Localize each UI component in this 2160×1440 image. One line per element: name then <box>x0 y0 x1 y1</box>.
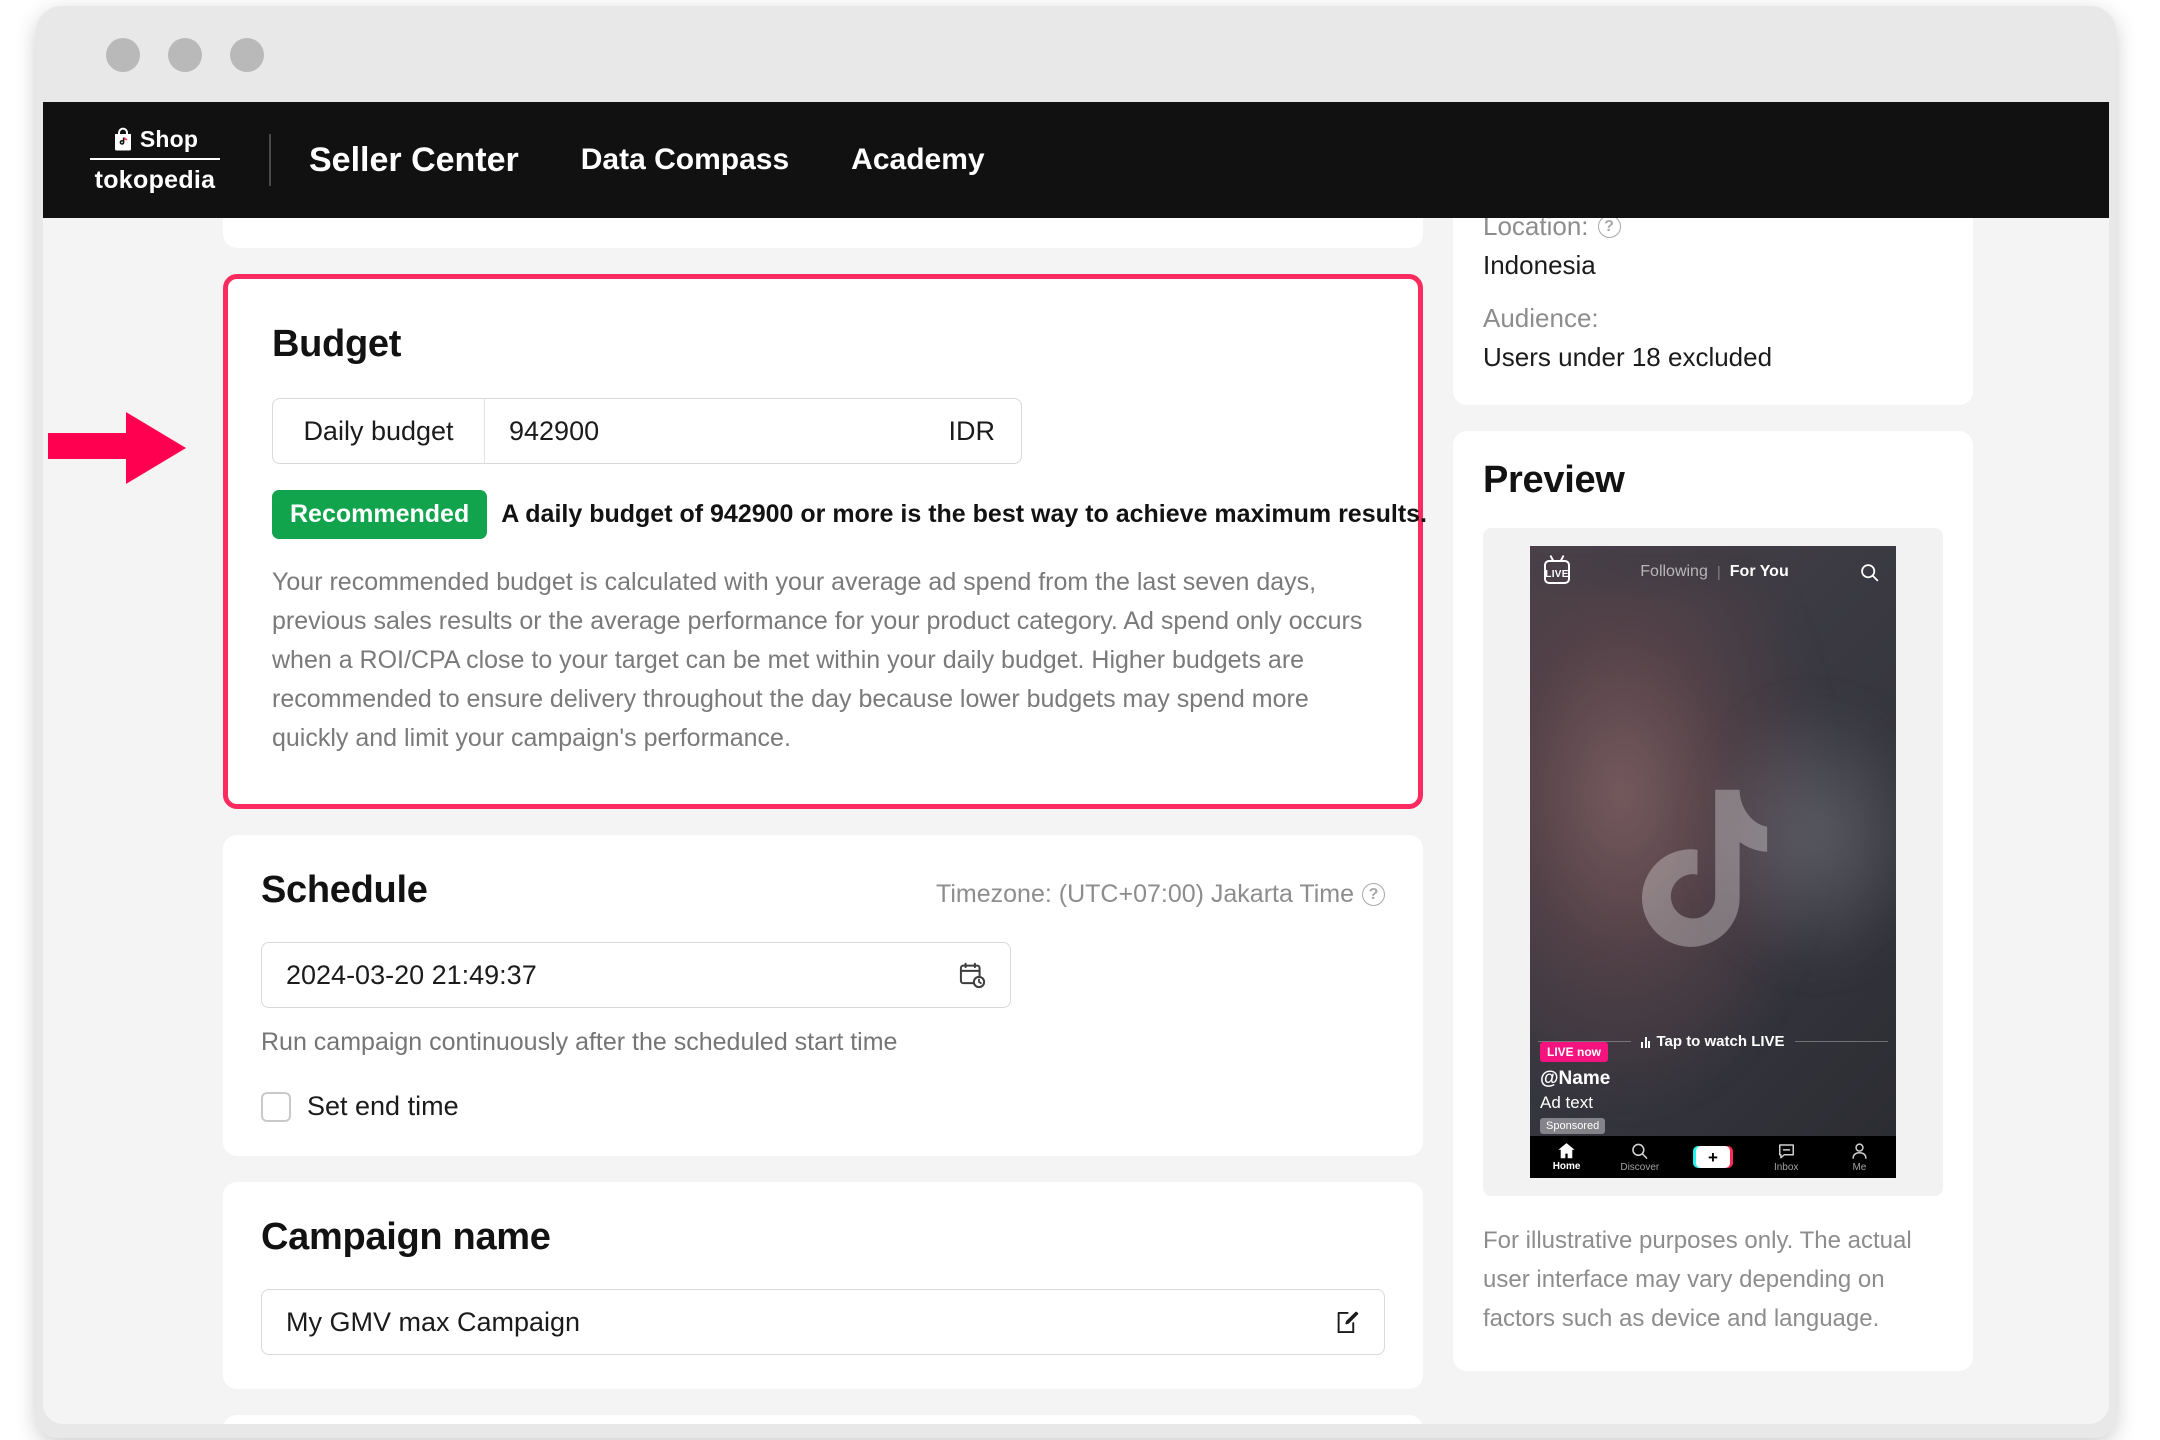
schedule-start-input[interactable] <box>286 960 906 991</box>
budget-currency-label: IDR <box>949 416 996 447</box>
phone-feed-tabs: Following | For You <box>1640 563 1788 581</box>
set-end-time-checkbox[interactable] <box>261 1092 291 1122</box>
set-end-time-label: Set end time <box>307 1091 459 1122</box>
calendar-clock-icon[interactable] <box>958 961 986 989</box>
tab-following[interactable]: Following <box>1640 563 1708 581</box>
logo-shop-row: Shop <box>112 126 198 158</box>
schedule-header: Schedule Timezone: (UTC+07:00) Jakarta T… <box>261 869 1385 912</box>
plus-button-wrap: + <box>1696 1146 1730 1168</box>
window-maximize-dot[interactable] <box>168 38 202 72</box>
budget-type-selector[interactable]: Daily budget <box>273 399 485 463</box>
annotation-arrow-icon <box>48 408 188 488</box>
phone-preview-frame: LIVE Following | For You <box>1483 528 1943 1196</box>
budget-section: Budget Daily budget IDR Recommended A da… <box>223 274 1423 809</box>
schedule-section: Schedule Timezone: (UTC+07:00) Jakarta T… <box>223 835 1423 1156</box>
edit-pencil-icon[interactable] <box>1333 1309 1360 1336</box>
nav-item-academy[interactable]: Academy <box>851 143 984 177</box>
preview-disclaimer: For illustrative purposes only. The actu… <box>1483 1222 1943 1339</box>
phone-nav-discover-label: Discover <box>1620 1162 1659 1173</box>
phone-nav-inbox-label: Inbox <box>1774 1162 1798 1173</box>
two-column-layout: sales for your selected LIVE source. Bud… <box>43 158 2109 1424</box>
campaign-name-title: Campaign name <box>261 1216 1385 1259</box>
tab-separator: | <box>1717 564 1721 581</box>
phone-top-bar: LIVE Following | For You <box>1530 546 1896 584</box>
phone-ad-meta: LIVE now @Name Ad text Sponsored <box>1540 1042 1610 1134</box>
nav-vertical-divider <box>269 134 271 186</box>
page-content: sales for your selected LIVE source. Bud… <box>43 102 2109 1424</box>
person-icon <box>1850 1142 1869 1160</box>
live-now-badge: LIVE now <box>1540 1042 1608 1062</box>
tap-live-rule-right <box>1795 1041 1888 1042</box>
logo-brand-text: tokopedia <box>95 160 216 195</box>
nav-item-data-compass[interactable]: Data Compass <box>581 143 789 177</box>
recommended-message: A daily budget of 942900 or more is the … <box>501 500 1427 529</box>
phone-nav-discover[interactable]: Discover <box>1603 1142 1676 1173</box>
schedule-hint: Run campaign continuously after the sche… <box>261 1028 1385 1057</box>
phone-nav-me-label: Me <box>1852 1162 1866 1173</box>
window-controls <box>106 38 264 72</box>
main-column: sales for your selected LIVE source. Bud… <box>223 158 1423 1424</box>
campaign-name-field[interactable] <box>261 1289 1385 1355</box>
timezone-text: Timezone: (UTC+07:00) Jakarta Time <box>936 880 1354 909</box>
phone-nav-me[interactable]: Me <box>1823 1142 1896 1173</box>
side-column: Automatic placements Location: ? Indones… <box>1453 158 1973 1424</box>
budget-amount-wrap: IDR <box>485 399 1021 463</box>
form-actions-bar: Cancel Publish <box>223 1415 1423 1424</box>
set-end-time-row[interactable]: Set end time <box>261 1091 1385 1122</box>
preview-title: Preview <box>1483 459 1943 502</box>
creator-handle: @Name <box>1540 1068 1610 1090</box>
search-icon[interactable] <box>1859 562 1880 583</box>
ad-text: Ad text <box>1540 1093 1610 1113</box>
budget-amount-input[interactable] <box>509 416 909 447</box>
inbox-icon <box>1777 1142 1796 1160</box>
sponsored-badge: Sponsored <box>1540 1118 1605 1134</box>
phone-nav-home[interactable]: Home <box>1530 1142 1603 1172</box>
logo-shop-text: Shop <box>140 126 198 153</box>
tokopedia-shop-logo[interactable]: Shop tokopedia <box>81 126 229 195</box>
tab-for-you[interactable]: For You <box>1730 563 1789 581</box>
preview-card: Preview LIVE Following | <box>1453 431 1973 1371</box>
page-viewport: Shop tokopedia Seller Center Data Compas… <box>43 102 2109 1424</box>
top-navigation-bar: Shop tokopedia Seller Center Data Compas… <box>43 102 2109 218</box>
browser-window: Shop tokopedia Seller Center Data Compas… <box>36 6 2116 1438</box>
schedule-start-field[interactable] <box>261 942 1011 1008</box>
home-icon <box>1557 1142 1576 1159</box>
campaign-name-input[interactable] <box>286 1307 1286 1338</box>
shopping-bag-icon <box>112 127 134 151</box>
location-help-icon[interactable]: ? <box>1598 215 1621 238</box>
help-circle-icon[interactable]: ? <box>1362 883 1385 906</box>
budget-input-group: Daily budget IDR <box>272 398 1022 464</box>
tap-live-text: Tap to watch LIVE <box>1656 1033 1784 1050</box>
audience-label: Audience: <box>1483 303 1943 334</box>
phone-nav-create[interactable]: + <box>1676 1146 1749 1168</box>
window-minimize-dot[interactable] <box>106 38 140 72</box>
window-close-dot[interactable] <box>230 38 264 72</box>
search-icon <box>1630 1142 1649 1160</box>
timezone-note: Timezone: (UTC+07:00) Jakarta Time ? <box>936 880 1385 909</box>
tap-live-text-wrap: Tap to watch LIVE <box>1641 1033 1784 1050</box>
tiktok-logo-watermark <box>1642 789 1784 954</box>
audience-value: Users under 18 excluded <box>1483 342 1943 373</box>
equalizer-icon <box>1641 1036 1650 1048</box>
phone-screen: LIVE Following | For You <box>1530 546 1896 1178</box>
budget-recommendation-line: Recommended A daily budget of 942900 or … <box>272 490 1374 539</box>
phone-bottom-nav: Home Discover <box>1530 1136 1896 1178</box>
schedule-title: Schedule <box>261 869 428 912</box>
budget-title: Budget <box>272 323 1374 366</box>
phone-nav-home-label: Home <box>1553 1161 1581 1172</box>
campaign-name-section: Campaign name <box>223 1182 1423 1389</box>
browser-titlebar <box>36 6 2116 102</box>
plus-icon[interactable]: + <box>1696 1146 1730 1168</box>
phone-nav-inbox[interactable]: Inbox <box>1750 1142 1823 1173</box>
nav-item-seller-center[interactable]: Seller Center <box>309 141 519 180</box>
live-tv-icon[interactable]: LIVE <box>1544 560 1570 584</box>
budget-description: Your recommended budget is calculated wi… <box>272 563 1374 758</box>
location-value: Indonesia <box>1483 250 1943 281</box>
recommended-badge: Recommended <box>272 490 487 539</box>
